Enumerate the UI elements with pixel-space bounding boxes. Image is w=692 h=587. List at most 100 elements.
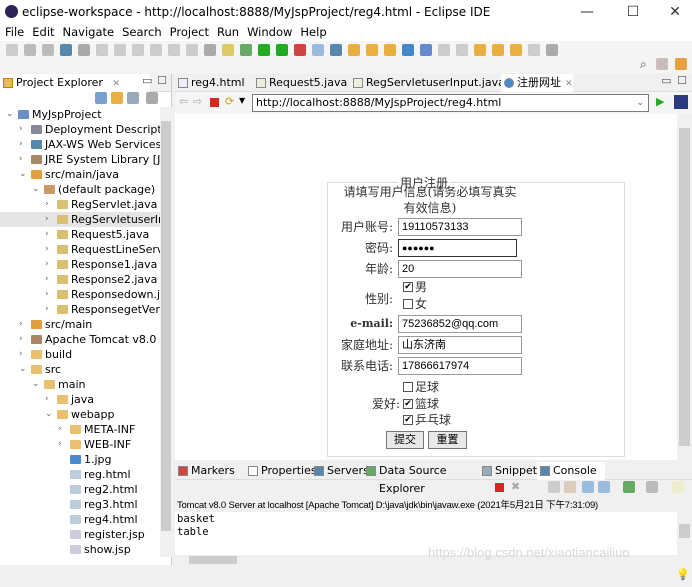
menu-navigate[interactable]: Navigate <box>63 25 115 39</box>
tree-item[interactable]: ⌄ (default package) <box>0 182 160 197</box>
chevron-right-icon[interactable]: › <box>45 287 55 302</box>
maximize-view-icon[interactable]: ☐ <box>157 74 167 87</box>
account-input[interactable]: 19110573133 <box>398 218 522 236</box>
tree-item[interactable]: show.jsp <box>0 542 160 557</box>
chevron-right-icon[interactable]: › <box>19 137 29 152</box>
chevron-down-icon[interactable]: ⌄ <box>32 377 42 392</box>
toolbar-button-icon[interactable] <box>6 44 18 56</box>
toolbar-button-icon[interactable] <box>366 44 378 56</box>
filter-icon[interactable] <box>127 92 139 104</box>
toolbar-button-icon[interactable] <box>492 44 504 56</box>
reset-button[interactable]: 重置 <box>428 431 467 449</box>
tree-item[interactable]: › RegServlet.java <box>0 197 160 212</box>
menu-run[interactable]: Run <box>217 25 239 39</box>
menu-window[interactable]: Window <box>247 25 292 39</box>
go-icon[interactable]: ▶ <box>656 95 664 108</box>
toolbar-button-icon[interactable] <box>222 44 234 56</box>
maximize-view-icon[interactable]: ☐ <box>677 74 687 87</box>
chevron-down-icon[interactable]: ⌄ <box>6 107 16 122</box>
eclipse-browser-icon[interactable] <box>674 95 688 109</box>
toolbar-button-icon[interactable] <box>258 44 270 56</box>
back-icon[interactable]: ⇦ <box>179 95 188 108</box>
hobby-pingpong-checkbox[interactable]: ✔ <box>403 415 413 425</box>
tree-item[interactable]: ⌄ src <box>0 362 160 377</box>
tab-markers[interactable]: Markers <box>175 462 245 480</box>
chevron-right-icon[interactable]: › <box>45 197 55 212</box>
email-input[interactable]: 75236852@qq.com <box>398 315 522 333</box>
jee-perspective-icon[interactable] <box>675 58 687 70</box>
tab-project-explorer[interactable]: Project Explorer ✕ <box>0 74 150 92</box>
forward-icon[interactable]: ⇨ <box>193 95 202 108</box>
tab-regservletuserinput-java[interactable]: RegServletuserInput.java <box>350 74 505 92</box>
tree-item[interactable]: 1.jpg <box>0 452 160 467</box>
age-input[interactable]: 20 <box>398 260 522 278</box>
tab-data-source-explorer[interactable]: Data Source Explorer <box>363 462 479 495</box>
stop-icon[interactable] <box>210 98 219 107</box>
toolbar-button-icon[interactable] <box>456 44 468 56</box>
tab-console[interactable]: Console <box>537 462 605 480</box>
toolbar-button-icon[interactable] <box>240 44 252 56</box>
tree-item[interactable]: ⌄ src/main/java <box>0 167 160 182</box>
toolbar-button-icon[interactable] <box>114 44 126 56</box>
toolbar-button-icon[interactable] <box>420 44 432 56</box>
toolbar-button-icon[interactable] <box>510 44 522 56</box>
tree-item[interactable]: reg2.html <box>0 482 160 497</box>
tree-item[interactable]: › src/main <box>0 317 160 332</box>
tab-snippets[interactable]: Snippets <box>479 462 543 480</box>
menu-edit[interactable]: Edit <box>32 25 54 39</box>
chevron-right-icon[interactable]: › <box>19 122 29 137</box>
toolbar-button-icon[interactable] <box>294 44 306 56</box>
close-button[interactable]: ✕ <box>660 2 690 22</box>
toolbar-button-icon[interactable] <box>438 44 450 56</box>
maximize-button[interactable]: ☐ <box>618 2 648 22</box>
chevron-down-icon[interactable]: ⌄ <box>45 407 55 422</box>
tree-item[interactable]: › RegServletuserInput.java <box>0 212 160 227</box>
tree-item[interactable]: reg3.html <box>0 497 160 512</box>
chevron-right-icon[interactable]: › <box>45 272 55 287</box>
menu-search[interactable]: Search <box>122 25 162 39</box>
menu-file[interactable]: File <box>5 25 24 39</box>
menu-help[interactable]: Help <box>300 25 326 39</box>
tree-item[interactable]: › Response1.java <box>0 257 160 272</box>
phone-input[interactable]: 17866617974 <box>398 357 522 375</box>
tab-request5-java[interactable]: Request5.java <box>253 74 358 92</box>
gender-male-checkbox[interactable]: ✔ <box>403 282 413 292</box>
chevron-down-icon[interactable]: ⌄ <box>636 95 644 111</box>
tree-item[interactable]: register.jsp <box>0 527 160 542</box>
close-tab-icon[interactable]: ✕ <box>112 79 120 89</box>
tree-item[interactable]: › Deployment Descriptor: <box>0 122 160 137</box>
collapse-all-icon[interactable] <box>95 92 107 104</box>
tree-item[interactable]: › Apache Tomcat v8.0 [Apa <box>0 332 160 347</box>
chevron-right-icon[interactable]: › <box>45 392 55 407</box>
tree-item[interactable]: ⌄ MyJspProject <box>0 107 160 122</box>
chevron-right-icon[interactable]: › <box>45 302 55 317</box>
tree-item[interactable]: ⌄ webapp <box>0 407 160 422</box>
toolbar-button-icon[interactable] <box>42 44 54 56</box>
toolbar-button-icon[interactable] <box>312 44 324 56</box>
explorer-vertical-scrollbar[interactable] <box>160 107 172 557</box>
refresh-dropdown-icon[interactable]: ▼ <box>239 96 245 105</box>
tree-item[interactable]: › JAX-WS Web Services <box>0 137 160 152</box>
toolbar-button-icon[interactable] <box>78 44 90 56</box>
chevron-down-icon[interactable]: ⌄ <box>19 167 29 182</box>
gender-female-checkbox[interactable] <box>403 299 413 309</box>
tree-item[interactable]: › ResponsegetVerific <box>0 302 160 317</box>
scroll-lock-icon[interactable] <box>564 481 576 493</box>
url-input[interactable]: http://localhost:8888/MyJspProject/reg4.… <box>252 94 649 112</box>
tree-item[interactable]: › build <box>0 347 160 362</box>
chevron-right-icon[interactable]: › <box>45 257 55 272</box>
show-stdout-icon[interactable] <box>582 481 594 493</box>
link-editor-icon[interactable] <box>111 92 123 104</box>
toolbar-button-icon[interactable] <box>24 44 36 56</box>
chevron-down-icon[interactable]: ⌄ <box>19 362 29 377</box>
refresh-icon[interactable]: ⟳ <box>225 95 234 108</box>
toolbar-button-icon[interactable] <box>402 44 414 56</box>
chevron-right-icon[interactable]: › <box>19 332 29 347</box>
tree-item[interactable]: › Response2.java <box>0 272 160 287</box>
chevron-right-icon[interactable]: › <box>58 422 68 437</box>
tree-item[interactable]: › WEB-INF <box>0 437 160 452</box>
menu-project[interactable]: Project <box>170 25 209 39</box>
toolbar-button-icon[interactable] <box>474 44 486 56</box>
toolbar-button-icon[interactable] <box>348 44 360 56</box>
chevron-right-icon[interactable]: › <box>45 227 55 242</box>
